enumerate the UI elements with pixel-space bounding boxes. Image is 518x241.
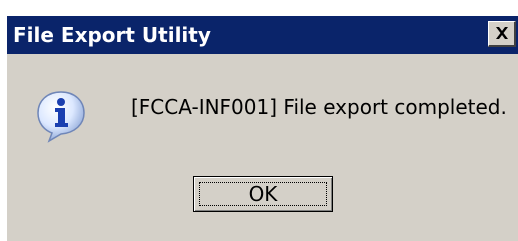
- ok-button-label: OK: [248, 182, 278, 206]
- title-bar[interactable]: File Export Utility: [7, 16, 518, 54]
- ok-button[interactable]: OK: [193, 176, 333, 212]
- window-title: File Export Utility: [13, 23, 211, 47]
- close-icon: [496, 27, 508, 39]
- message-text: [FCCA-INF001] File export completed.: [131, 95, 507, 119]
- close-button[interactable]: [488, 21, 516, 47]
- information-icon: [37, 91, 85, 143]
- message-dialog: File Export Utility [FCCA-INF001] File e…: [5, 14, 518, 241]
